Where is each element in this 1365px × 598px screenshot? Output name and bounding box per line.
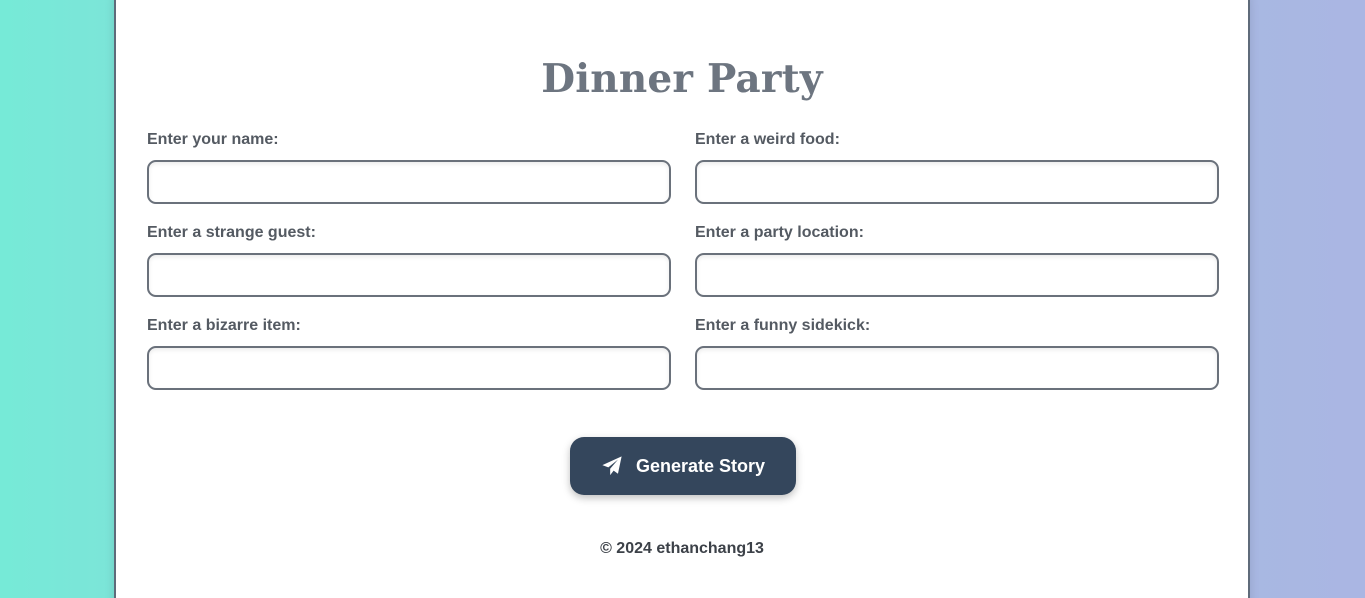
name-label: Enter your name: <box>147 131 279 148</box>
story-card: Dinner Party Enter your name: Enter a we… <box>114 0 1250 598</box>
name-input[interactable] <box>147 160 671 204</box>
generate-story-button[interactable]: Generate Story <box>570 437 796 495</box>
paper-plane-icon <box>601 455 623 477</box>
funny-sidekick-label: Enter a funny sidekick: <box>695 317 871 334</box>
name-field: Enter your name: <box>147 131 671 204</box>
weird-food-field: Enter a weird food: <box>695 131 1219 204</box>
funny-sidekick-input[interactable] <box>695 346 1219 390</box>
weird-food-input[interactable] <box>695 160 1219 204</box>
generate-story-label: Generate Story <box>635 455 766 476</box>
bizarre-item-input[interactable] <box>147 346 671 390</box>
funny-sidekick-field: Enter a funny sidekick: <box>695 317 1219 390</box>
strange-guest-field: Enter a strange guest: <box>147 224 671 297</box>
page-title: Dinner Party <box>541 56 823 102</box>
copyright-footer: © 2024 ethanchang13 <box>600 540 764 557</box>
bizarre-item-field: Enter a bizarre item: <box>147 317 671 390</box>
strange-guest-input[interactable] <box>147 253 671 297</box>
party-location-input[interactable] <box>695 253 1219 297</box>
party-location-field: Enter a party location: <box>695 224 1219 297</box>
party-location-label: Enter a party location: <box>695 224 864 241</box>
bizarre-item-label: Enter a bizarre item: <box>147 317 301 334</box>
strange-guest-label: Enter a strange guest: <box>147 224 316 241</box>
weird-food-label: Enter a weird food: <box>695 131 840 148</box>
